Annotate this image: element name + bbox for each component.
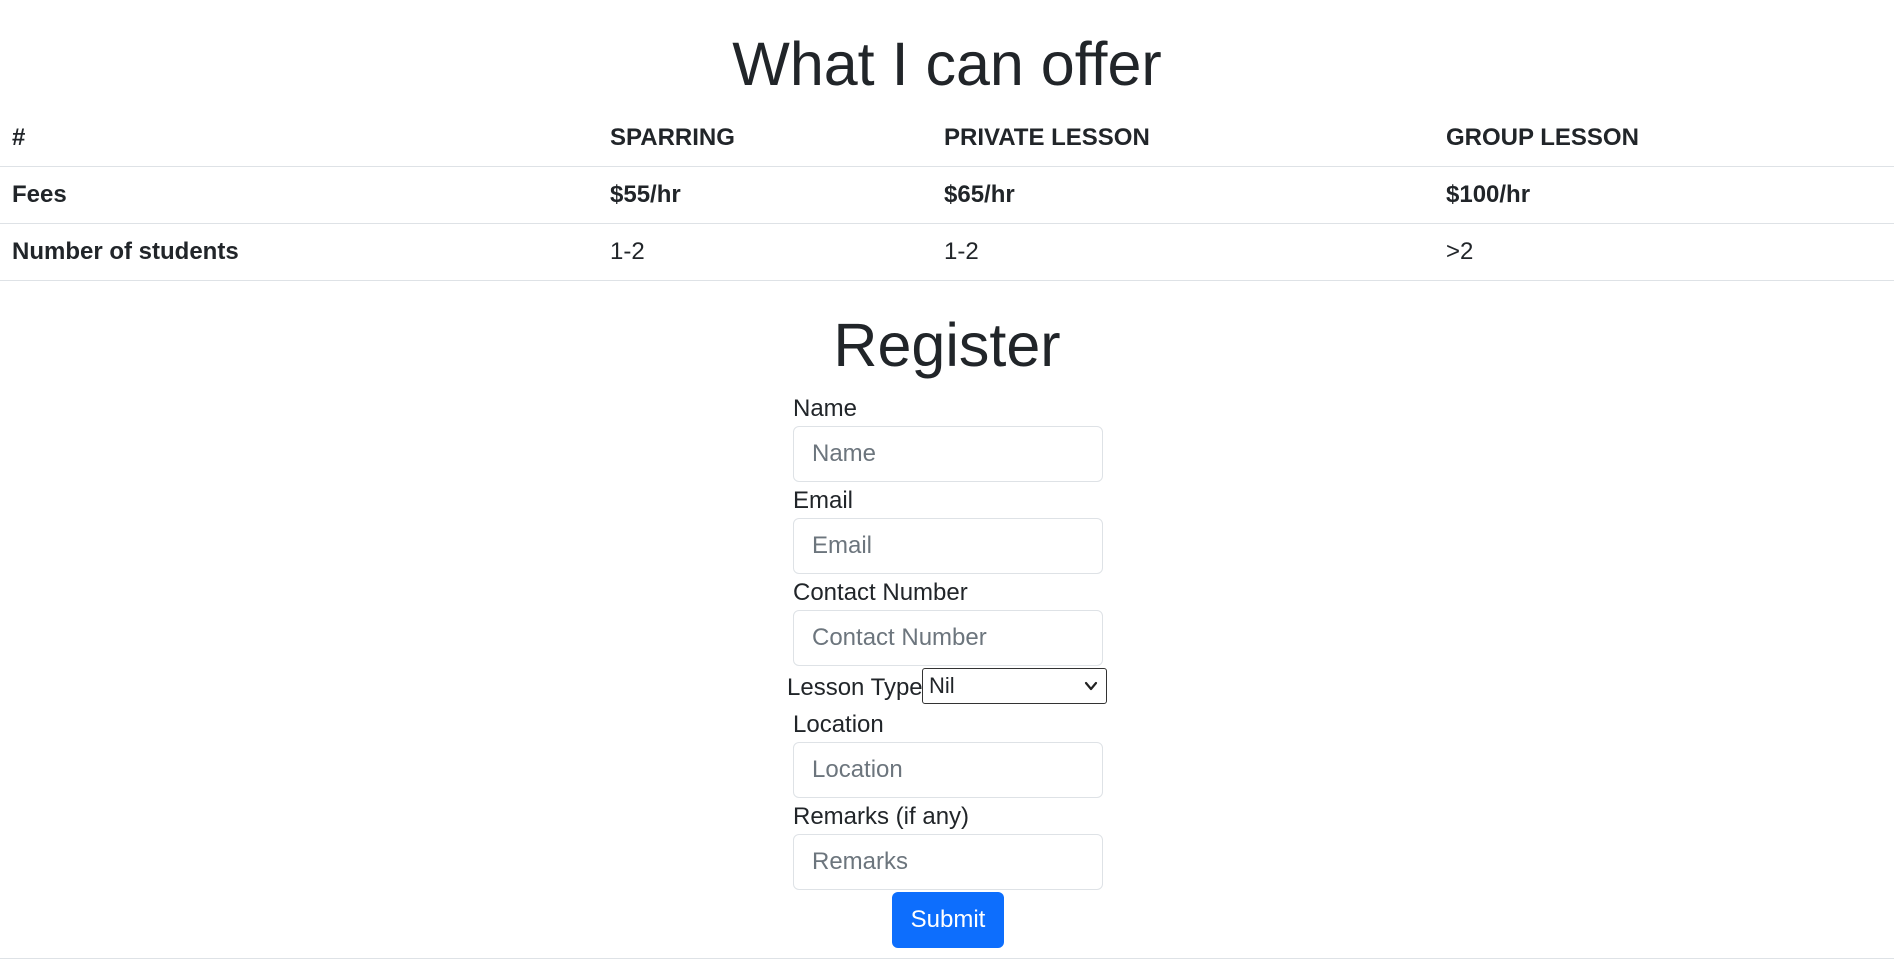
page: What I can offer # SPARRING PRIVATE LESS…: [0, 0, 1894, 960]
column-header-index: #: [0, 110, 598, 167]
submit-button[interactable]: Submit: [892, 892, 1004, 948]
contact-number-input[interactable]: [793, 610, 1103, 666]
email-input[interactable]: [793, 518, 1103, 574]
table-row: Fees $55/hr $65/hr $100/hr: [0, 166, 1894, 224]
column-header-sparring: SPARRING: [598, 110, 932, 167]
cell-fee-private-lesson: $65/hr: [932, 166, 1434, 224]
lesson-type-selected-value: Nil: [929, 673, 955, 698]
contact-number-label: Contact Number: [793, 579, 968, 606]
remarks-label: Remarks (if any): [793, 803, 970, 830]
cell-students-sparring: 1-2: [598, 223, 932, 281]
divider: [0, 958, 1894, 959]
name-label: Name: [793, 395, 858, 422]
cell-fee-group-lesson: $100/hr: [1434, 166, 1894, 224]
lesson-type-select[interactable]: Nil: [922, 668, 1107, 704]
remarks-input[interactable]: [793, 834, 1103, 890]
row-label-fees: Fees: [0, 166, 598, 224]
email-label: Email: [793, 487, 854, 514]
lesson-type-label: Lesson Type: [787, 674, 923, 701]
register-form: Name Email Contact Number Lesson Type Ni…: [787, 392, 1107, 948]
cell-fee-sparring: $55/hr: [598, 166, 932, 224]
table-header-row: # SPARRING PRIVATE LESSON GROUP LESSON: [0, 110, 1894, 167]
location-input[interactable]: [793, 742, 1103, 798]
table-row: Number of students 1-2 1-2 >2: [0, 223, 1894, 281]
offer-table: # SPARRING PRIVATE LESSON GROUP LESSON F…: [0, 110, 1894, 281]
lesson-type-row: Lesson Type Nil: [787, 668, 1107, 706]
cell-students-group-lesson: >2: [1434, 223, 1894, 281]
column-header-private-lesson: PRIVATE LESSON: [932, 110, 1434, 167]
offer-title: What I can offer: [732, 30, 1162, 98]
cell-students-private-lesson: 1-2: [932, 223, 1434, 281]
name-input[interactable]: [793, 426, 1103, 482]
column-header-group-lesson: GROUP LESSON: [1434, 110, 1894, 167]
row-label-number-of-students: Number of students: [0, 223, 598, 281]
register-title: Register: [833, 311, 1061, 379]
location-label: Location: [793, 711, 884, 738]
chevron-down-icon: [1084, 681, 1098, 691]
